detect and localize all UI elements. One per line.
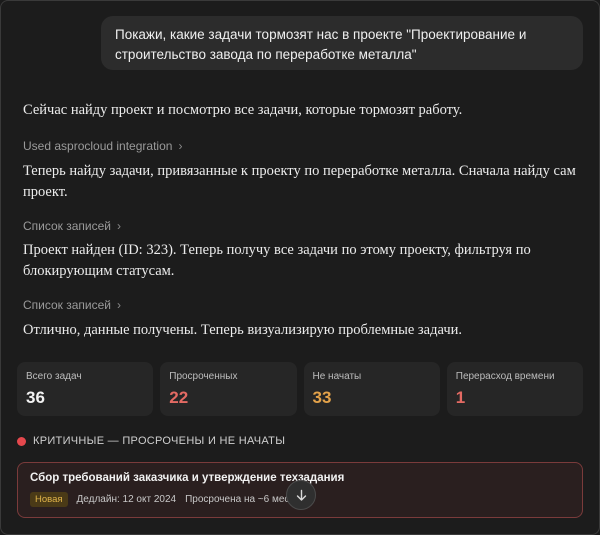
status-badge: Новая xyxy=(30,492,68,507)
arrow-down-icon xyxy=(296,489,306,501)
user-message-bubble: Покажи, какие задачи тормозят нас в прое… xyxy=(101,16,583,70)
tool-call-list-2[interactable]: Список записей › xyxy=(23,298,121,312)
stat-card-not-started: Не начаты 33 xyxy=(303,362,440,416)
stat-label: Перерасход времени xyxy=(455,371,555,382)
tool-call-label: Список записей xyxy=(23,298,112,312)
stats-row: Всего задач 36 Просроченных 22 Не начаты… xyxy=(17,362,583,416)
user-message-text: Покажи, какие задачи тормозят нас в прое… xyxy=(115,27,527,62)
stat-value: 33 xyxy=(312,388,332,407)
stat-card-overdue: Просроченных 22 xyxy=(160,362,297,416)
stat-value: 22 xyxy=(169,388,189,407)
stat-value: 36 xyxy=(26,388,45,407)
stat-label: Всего задач xyxy=(26,371,82,382)
stat-label: Не начаты xyxy=(312,371,362,382)
assistant-message-3: Проект найден (ID: 323). Теперь получу в… xyxy=(23,242,531,279)
tool-call-label: Used asprocloud integration xyxy=(23,139,173,153)
task-deadline: Дедлайн: 12 окт 2024 xyxy=(76,494,177,505)
tool-call-list-1[interactable]: Список записей › xyxy=(23,219,121,233)
assistant-message-4: Отлично, данные получены. Теперь визуали… xyxy=(23,322,463,338)
assistant-message-1: Сейчас найду проект и посмотрю все задач… xyxy=(23,102,463,118)
stat-card-time-overrun: Перерасход времени 1 xyxy=(446,362,583,416)
status-dot-icon xyxy=(17,436,26,446)
chevron-right-icon: › xyxy=(117,219,122,233)
task-overdue: Просрочена на ~6 мес xyxy=(185,494,290,505)
chevron-right-icon: › xyxy=(117,298,122,312)
scroll-down-button[interactable] xyxy=(286,480,316,510)
tool-call-integration[interactable]: Used asprocloud integration › xyxy=(23,139,182,153)
stat-value: 1 xyxy=(455,388,466,407)
critical-section-header: КРИТИЧНЫЕ — ПРОСРОЧЕНЫ И НЕ НАЧАТЫ xyxy=(17,435,285,447)
stat-card-total: Всего задач 36 xyxy=(17,362,154,416)
tool-call-label: Список записей xyxy=(23,219,112,233)
chevron-right-icon: › xyxy=(178,139,183,153)
section-title: КРИТИЧНЫЕ — ПРОСРОЧЕНЫ И НЕ НАЧАТЫ xyxy=(33,435,286,447)
stat-label: Просроченных xyxy=(169,371,238,382)
assistant-message-2: Теперь найду задачи, привязанные к проек… xyxy=(23,163,576,200)
